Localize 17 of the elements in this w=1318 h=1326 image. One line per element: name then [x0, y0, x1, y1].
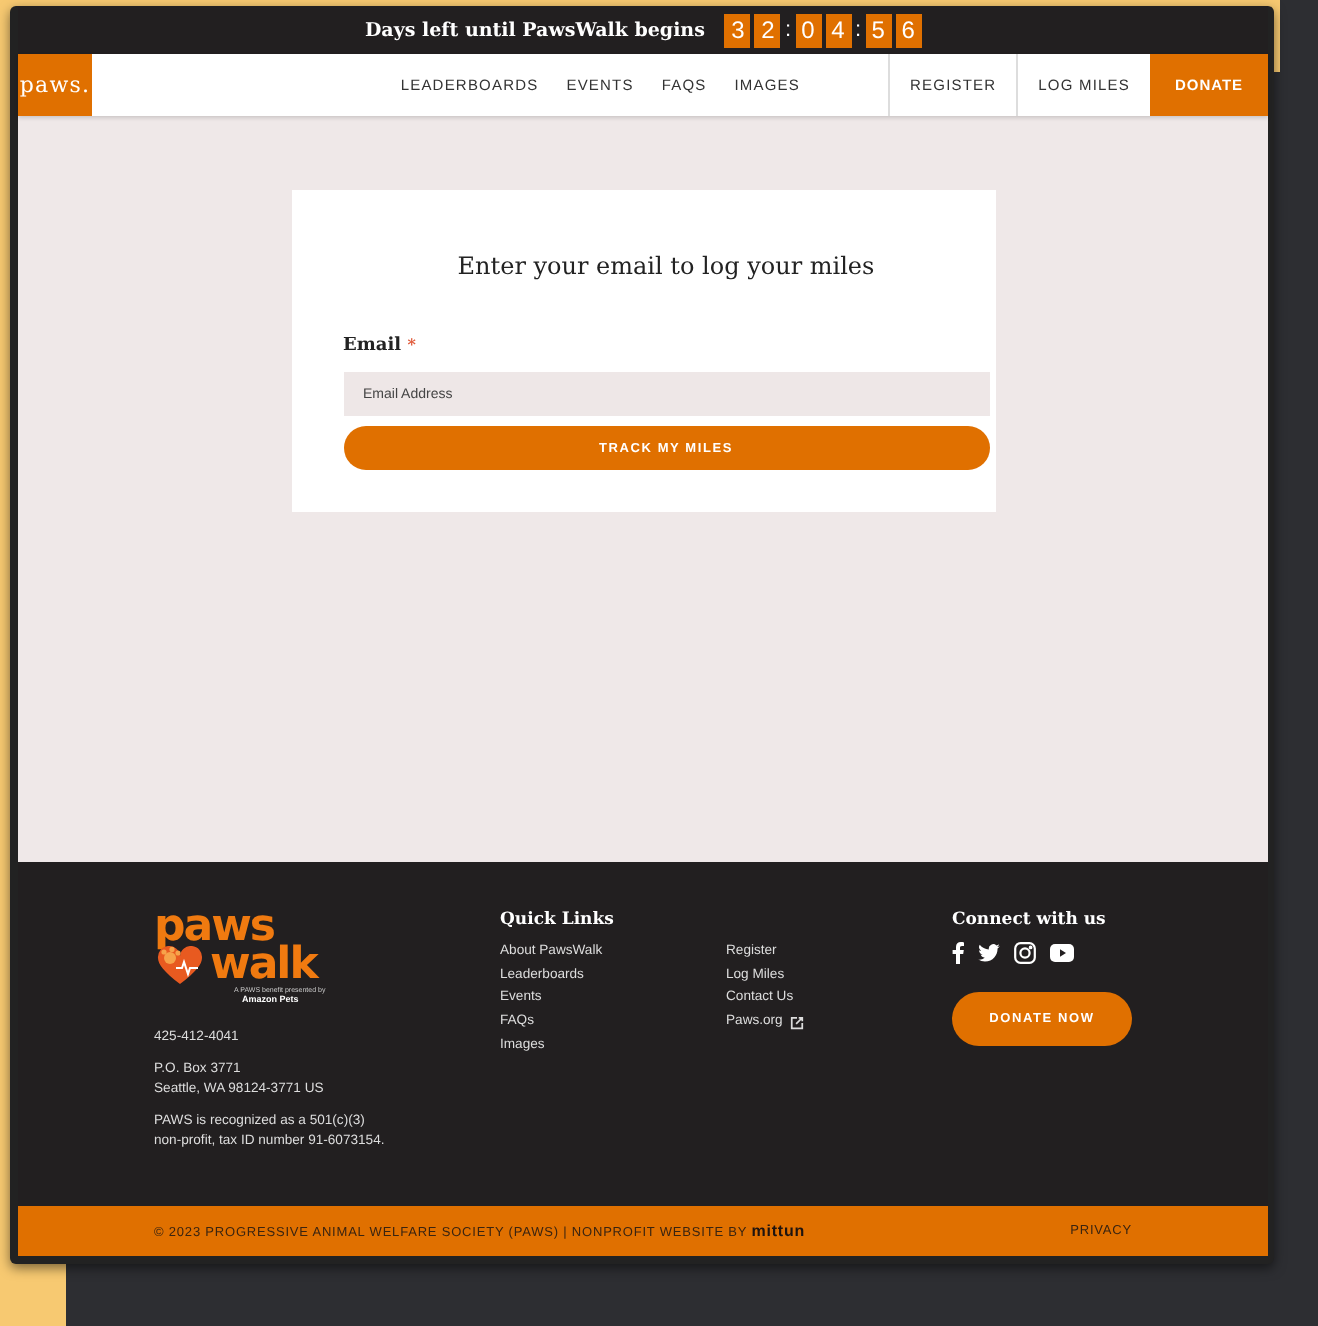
- countdown-digit: 6: [895, 13, 922, 47]
- time-separator: :: [784, 18, 791, 42]
- countdown-digit: 4: [825, 13, 851, 47]
- countdown-digit: 5: [865, 13, 892, 47]
- countdown-label: Days left until PawsWalk begins: [364, 19, 705, 41]
- instagram-icon[interactable]: [1014, 942, 1036, 964]
- facebook-icon[interactable]: [952, 942, 964, 964]
- countdown-digit: 2: [754, 13, 781, 47]
- countdown-digit: 0: [795, 13, 821, 47]
- form-title: Enter your email to log your miles: [455, 252, 877, 280]
- connect-title: Connect with us: [952, 910, 1108, 930]
- email-label: Email *: [343, 334, 416, 356]
- countdown-digit: 3: [724, 13, 751, 47]
- twitter-icon[interactable]: [978, 944, 1000, 962]
- quick-links-title: Quick Links: [500, 910, 616, 930]
- time-separator: :: [855, 18, 862, 42]
- youtube-icon[interactable]: [1050, 944, 1074, 962]
